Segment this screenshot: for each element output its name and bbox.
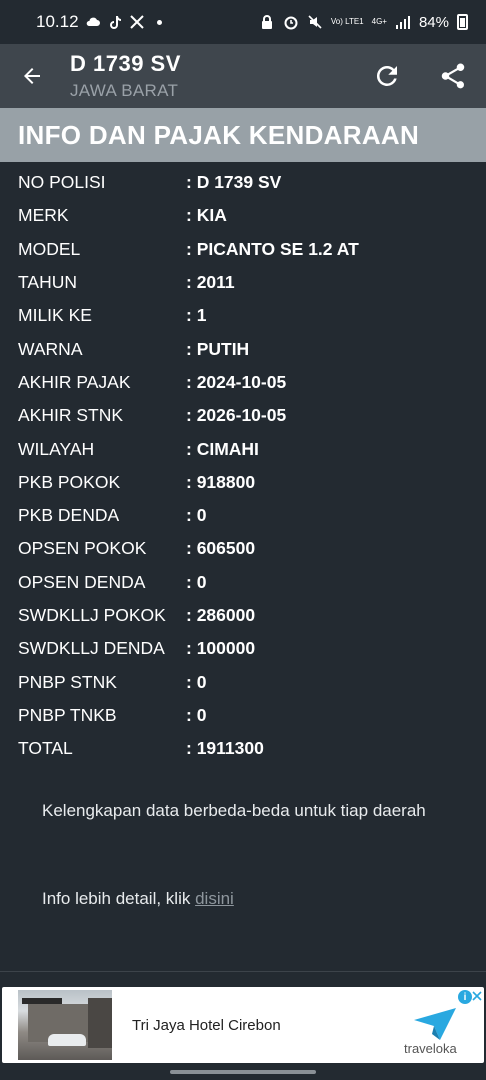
network-type: 4G+ [371, 17, 387, 26]
info-label: WILAYAH [18, 438, 95, 459]
info-value: : 918800 [186, 471, 256, 492]
info-row-akhir-stnk: AKHIR STNK : 2026-10-05 [0, 399, 486, 432]
tiktok-icon [109, 16, 121, 29]
signal-icon [395, 16, 410, 29]
ad-brand[interactable]: i traveloka [398, 990, 482, 1060]
info-value: : 2026-10-05 [186, 405, 287, 426]
info-row-total: TOTAL : 1911300 [0, 732, 486, 765]
info-row-akhir-pajak: AKHIR PAJAK : 2024-10-05 [0, 366, 486, 399]
battery-percent: 84% [418, 13, 449, 31]
info-label: PKB POKOK [18, 471, 121, 492]
mute-icon [308, 15, 322, 29]
info-row-pnbp-tnkb: PNBP TNKB : 0 [0, 699, 486, 732]
info-label: SWDKLLJ POKOK [18, 605, 166, 625]
status-bar: 10.12 Vo) LTE1 4G+ 84% [0, 0, 486, 44]
section-header: INFO DAN PAJAK KENDARAAN [0, 108, 486, 162]
info-row-merk: MERK : KIA [0, 199, 486, 232]
detail-info-note: Info lebih detail, klik disini [42, 889, 234, 909]
info-label: OPSEN POKOK [18, 538, 147, 559]
info-value: : D 1739 SV [186, 172, 282, 193]
info-label: TAHUN [18, 272, 77, 293]
info-label: AKHIR STNK [18, 405, 124, 426]
info-label: PNBP STNK [18, 671, 117, 692]
page-subtitle: JAWA BARAT [70, 81, 179, 100]
ad-hotel-image[interactable] [18, 990, 112, 1060]
info-row-milik-ke: MILIK KE : 1 [0, 299, 486, 332]
lock-icon [261, 15, 272, 29]
info-label: OPSEN DENDA [18, 571, 146, 592]
info-row-no-polisi: NO POLISI : D 1739 SV [0, 166, 486, 199]
info-value: : 2011 [186, 272, 235, 293]
info-value: : 286000 [186, 605, 256, 625]
info-row-opsen-denda: OPSEN DENDA : 0 [0, 566, 486, 599]
detail-info-text: Info lebih detail, klik [42, 889, 196, 908]
vehicle-info-table: NO POLISI : D 1739 SV MERK : KIA MODEL : PI… [0, 166, 486, 765]
home-indicator[interactable] [170, 1070, 316, 1074]
info-value: : 606500 [186, 538, 256, 559]
data-completeness-note: Kelengkapan data berbeda-beda untuk tiap… [42, 801, 426, 820]
refresh-icon [376, 66, 397, 86]
divider [0, 971, 486, 972]
info-row-warna: WARNA : PUTIH [0, 332, 486, 365]
refresh-button[interactable] [354, 44, 420, 108]
info-value: : 0 [186, 671, 207, 692]
info-row-pkb-denda: PKB DENDA : 0 [0, 499, 486, 532]
back-button[interactable] [0, 44, 64, 108]
ad-banner[interactable]: Tri Jaya Hotel Cirebon i traveloka [2, 987, 484, 1063]
battery-icon [457, 14, 468, 30]
info-row-tahun: TAHUN : 2011 [0, 266, 486, 299]
info-label: AKHIR PAJAK [18, 371, 131, 392]
detail-link[interactable]: disini [195, 889, 234, 908]
info-value: : CIMAHI [186, 438, 259, 459]
info-label: PKB DENDA [18, 505, 120, 526]
share-button[interactable] [420, 44, 486, 108]
info-label: NO POLISI [18, 172, 106, 193]
notification-dot-icon [156, 19, 162, 25]
traveloka-logo-icon [414, 1008, 456, 1040]
arrow-back-icon [24, 68, 40, 84]
info-value: : PUTIH [186, 338, 250, 359]
info-value: : 100000 [186, 638, 256, 659]
share-icon [441, 63, 465, 89]
section-title: INFO DAN PAJAK KENDARAAN [18, 119, 420, 150]
ad-close-icon[interactable] [470, 989, 484, 1003]
info-row-pnbp-stnk: PNBP STNK : 0 [0, 665, 486, 698]
info-value: : 0 [186, 571, 207, 592]
cloud-icon [86, 17, 100, 26]
info-value: : 0 [186, 505, 207, 526]
info-row-swdkllj-pokok: SWDKLLJ POKOK : 286000 [0, 599, 486, 632]
info-label: WARNA [18, 338, 83, 359]
info-value: : PICANTO SE 1.2 AT [186, 238, 359, 259]
info-value: : 2024-10-05 [186, 371, 287, 392]
info-row-pkb-pokok: PKB POKOK : 918800 [0, 466, 486, 499]
info-row-swdkllj-denda: SWDKLLJ DENDA : 100000 [0, 632, 486, 665]
status-time: 10.12 [36, 12, 79, 31]
info-label: MODEL [18, 238, 81, 259]
ad-brand-name: traveloka [404, 1041, 457, 1056]
info-label: SWDKLLJ DENDA [18, 638, 165, 659]
info-label: TOTAL [18, 738, 73, 759]
info-value: : 1 [186, 305, 207, 326]
ad-title[interactable]: Tri Jaya Hotel Cirebon [132, 1017, 281, 1034]
info-label: MILIK KE [18, 305, 92, 326]
info-row-wilayah: WILAYAH : CIMAHI [0, 432, 486, 465]
volte-indicator: Vo) LTE1 [330, 17, 364, 26]
info-value: : 1911300 [186, 738, 264, 759]
info-value: : 0 [186, 704, 207, 725]
info-row-model: MODEL : PICANTO SE 1.2 AT [0, 233, 486, 266]
alarm-icon [284, 16, 298, 30]
x-icon [129, 15, 144, 29]
info-label: PNBP TNKB [18, 704, 117, 725]
info-value: : KIA [186, 205, 227, 226]
page-title: D 1739 SV [70, 51, 181, 76]
app-bar: D 1739 SV JAWA BARAT [0, 44, 486, 108]
info-label: MERK [18, 205, 69, 226]
info-row-opsen-pokok: OPSEN POKOK : 606500 [0, 532, 486, 565]
